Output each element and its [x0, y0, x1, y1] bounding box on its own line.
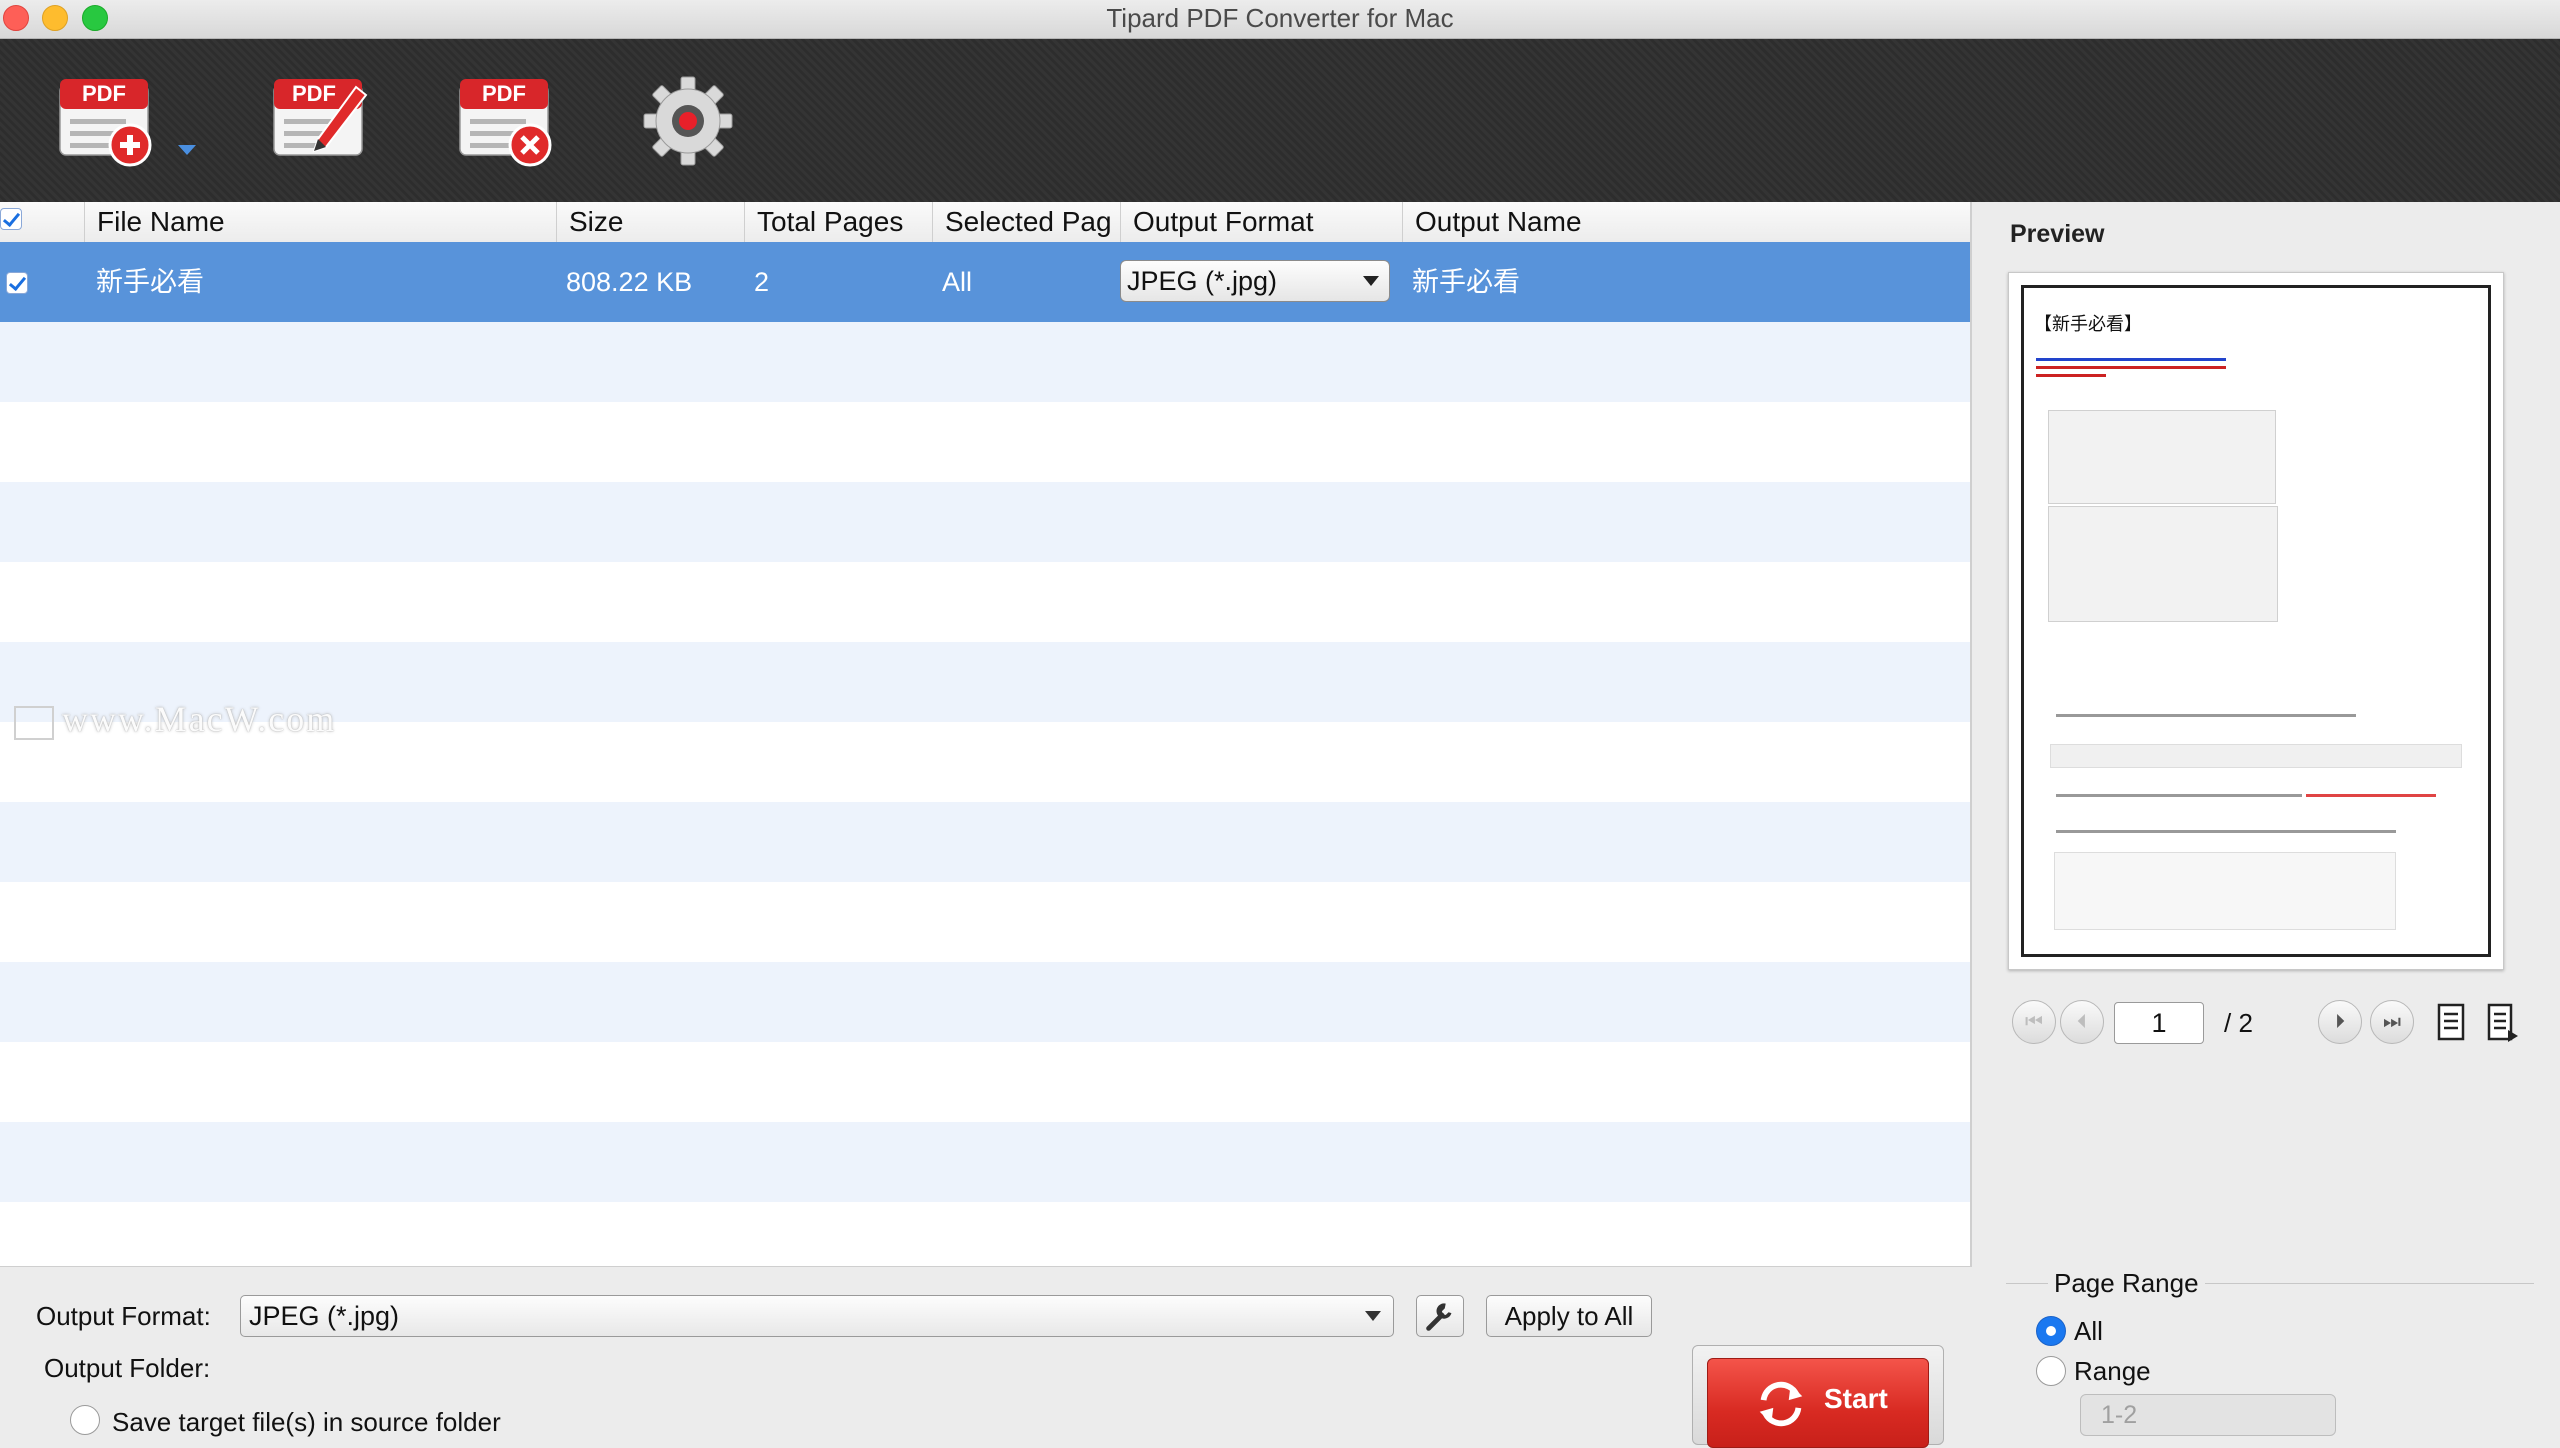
toolbar: PDF PDF PDF [0, 39, 2560, 202]
empty-row [0, 402, 1970, 482]
preview-title: Preview [2010, 220, 2105, 248]
remove-pdf-icon: PDF [459, 79, 552, 167]
watermark: www.MacW.com [14, 698, 336, 740]
window-title: Tipard PDF Converter for Mac [1106, 3, 1454, 33]
page-range-all-radio[interactable] [2036, 1316, 2066, 1346]
last-page-button[interactable]: ⏭ [2370, 1000, 2414, 1044]
empty-row [0, 322, 1970, 402]
empty-row [0, 1202, 1970, 1266]
next-page-button[interactable]: ⏵ [2318, 1000, 2362, 1044]
file-name-cell: 新手必看 [96, 267, 204, 297]
output-format-select[interactable]: JPEG (*.jpg) [240, 1295, 1394, 1337]
page-number-input[interactable]: 1 [2114, 1002, 2204, 1044]
preview-page-thumbnail: 【新手必看】 [2021, 285, 2491, 957]
format-settings-button[interactable] [1416, 1295, 1464, 1337]
empty-row [0, 882, 1970, 962]
svg-text:PDF: PDF [292, 81, 336, 106]
preview-frame: 【新手必看】 [2008, 272, 2504, 970]
preview-panel: Preview 【新手必看】 ⏮ ⏴ 1 / 2 ⏵ ⏭ Page Range … [1972, 202, 2560, 1440]
edit-pdf-button[interactable]: PDF [270, 71, 370, 171]
add-dropdown-arrow-icon[interactable] [176, 143, 198, 157]
empty-row [0, 802, 1970, 882]
col-header-total-pages[interactable]: Total Pages [744, 202, 932, 242]
remove-pdf-button[interactable]: PDF [456, 71, 556, 171]
col-header-output-format[interactable]: Output Format [1120, 202, 1402, 242]
empty-row [0, 562, 1970, 642]
svg-text:PDF: PDF [82, 81, 126, 106]
empty-row [0, 962, 1970, 1042]
empty-row [0, 1122, 1970, 1202]
preview-page-heading: 【新手必看】 [2034, 314, 2142, 335]
preview-terminal-image [2054, 852, 2396, 930]
total-pages-cell: 2 [754, 267, 770, 297]
file-list: File Name Size Total Pages Selected Pag … [0, 202, 1972, 1266]
preview-dialog-image [2048, 410, 2276, 504]
single-page-view-icon[interactable] [2436, 1002, 2468, 1044]
start-button[interactable]: Start [1707, 1358, 1929, 1448]
prev-page-button[interactable]: ⏴ [2060, 1000, 2104, 1044]
svg-text:PDF: PDF [482, 81, 526, 106]
output-folder-label: Output Folder: [44, 1353, 211, 1383]
export-page-icon[interactable] [2486, 1002, 2518, 1044]
output-format-label: Output Format: [36, 1301, 211, 1331]
chevron-down-icon [1365, 1311, 1381, 1321]
start-button-frame: Start [1692, 1345, 1944, 1448]
empty-row [0, 1042, 1970, 1122]
col-header-size[interactable]: Size [556, 202, 744, 242]
first-page-button[interactable]: ⏮ [2012, 1000, 2056, 1044]
page-range-input[interactable]: 1-2 [2080, 1394, 2336, 1436]
title-bar: Tipard PDF Converter for Mac [0, 0, 2560, 39]
col-header-output-name[interactable]: Output Name [1402, 202, 1970, 242]
save-source-radio[interactable] [70, 1405, 100, 1435]
row-output-format-select[interactable]: JPEG (*.jpg) [1120, 260, 1390, 302]
apply-to-all-button[interactable]: Apply to All [1486, 1295, 1652, 1337]
wrench-icon [1426, 1303, 1452, 1331]
select-all-checkbox[interactable] [0, 208, 22, 230]
watermark-logo-icon [14, 705, 54, 740]
preview-dialog-image [2048, 506, 2278, 622]
output-settings: Output Format: JPEG (*.jpg) Apply to All… [0, 1266, 1972, 1448]
table-header: File Name Size Total Pages Selected Pag … [0, 202, 1970, 243]
page-range-range-label: Range [2074, 1356, 2151, 1386]
page-range-all-label: All [2074, 1316, 2103, 1346]
total-pages-label: / 2 [2224, 1008, 2253, 1038]
preferences-button[interactable] [638, 71, 738, 171]
table-row[interactable]: 新手必看 808.22 KB 2 All 新手必看 [0, 242, 1970, 322]
col-header-file-name[interactable]: File Name [84, 202, 556, 242]
output-name-cell[interactable]: 新手必看 [1412, 242, 1520, 322]
chevron-down-icon [1363, 276, 1379, 286]
size-cell: 808.22 KB [566, 267, 693, 297]
page-range-legend: Page Range [2048, 1268, 2205, 1299]
gear-icon [643, 76, 733, 166]
add-pdf-icon: PDF [59, 79, 152, 167]
row-checkbox[interactable] [6, 272, 28, 294]
selected-pages-cell[interactable]: All [942, 242, 972, 322]
refresh-icon [1759, 1381, 1803, 1427]
edit-pdf-icon: PDF [273, 79, 368, 156]
col-header-selected-pages[interactable]: Selected Pag [932, 202, 1120, 242]
empty-row [0, 482, 1970, 562]
add-pdf-button[interactable]: PDF [56, 71, 156, 171]
start-label: Start [1824, 1383, 1888, 1414]
save-source-label: Save target file(s) in source folder [112, 1407, 501, 1437]
page-range-range-radio[interactable] [2036, 1356, 2066, 1386]
